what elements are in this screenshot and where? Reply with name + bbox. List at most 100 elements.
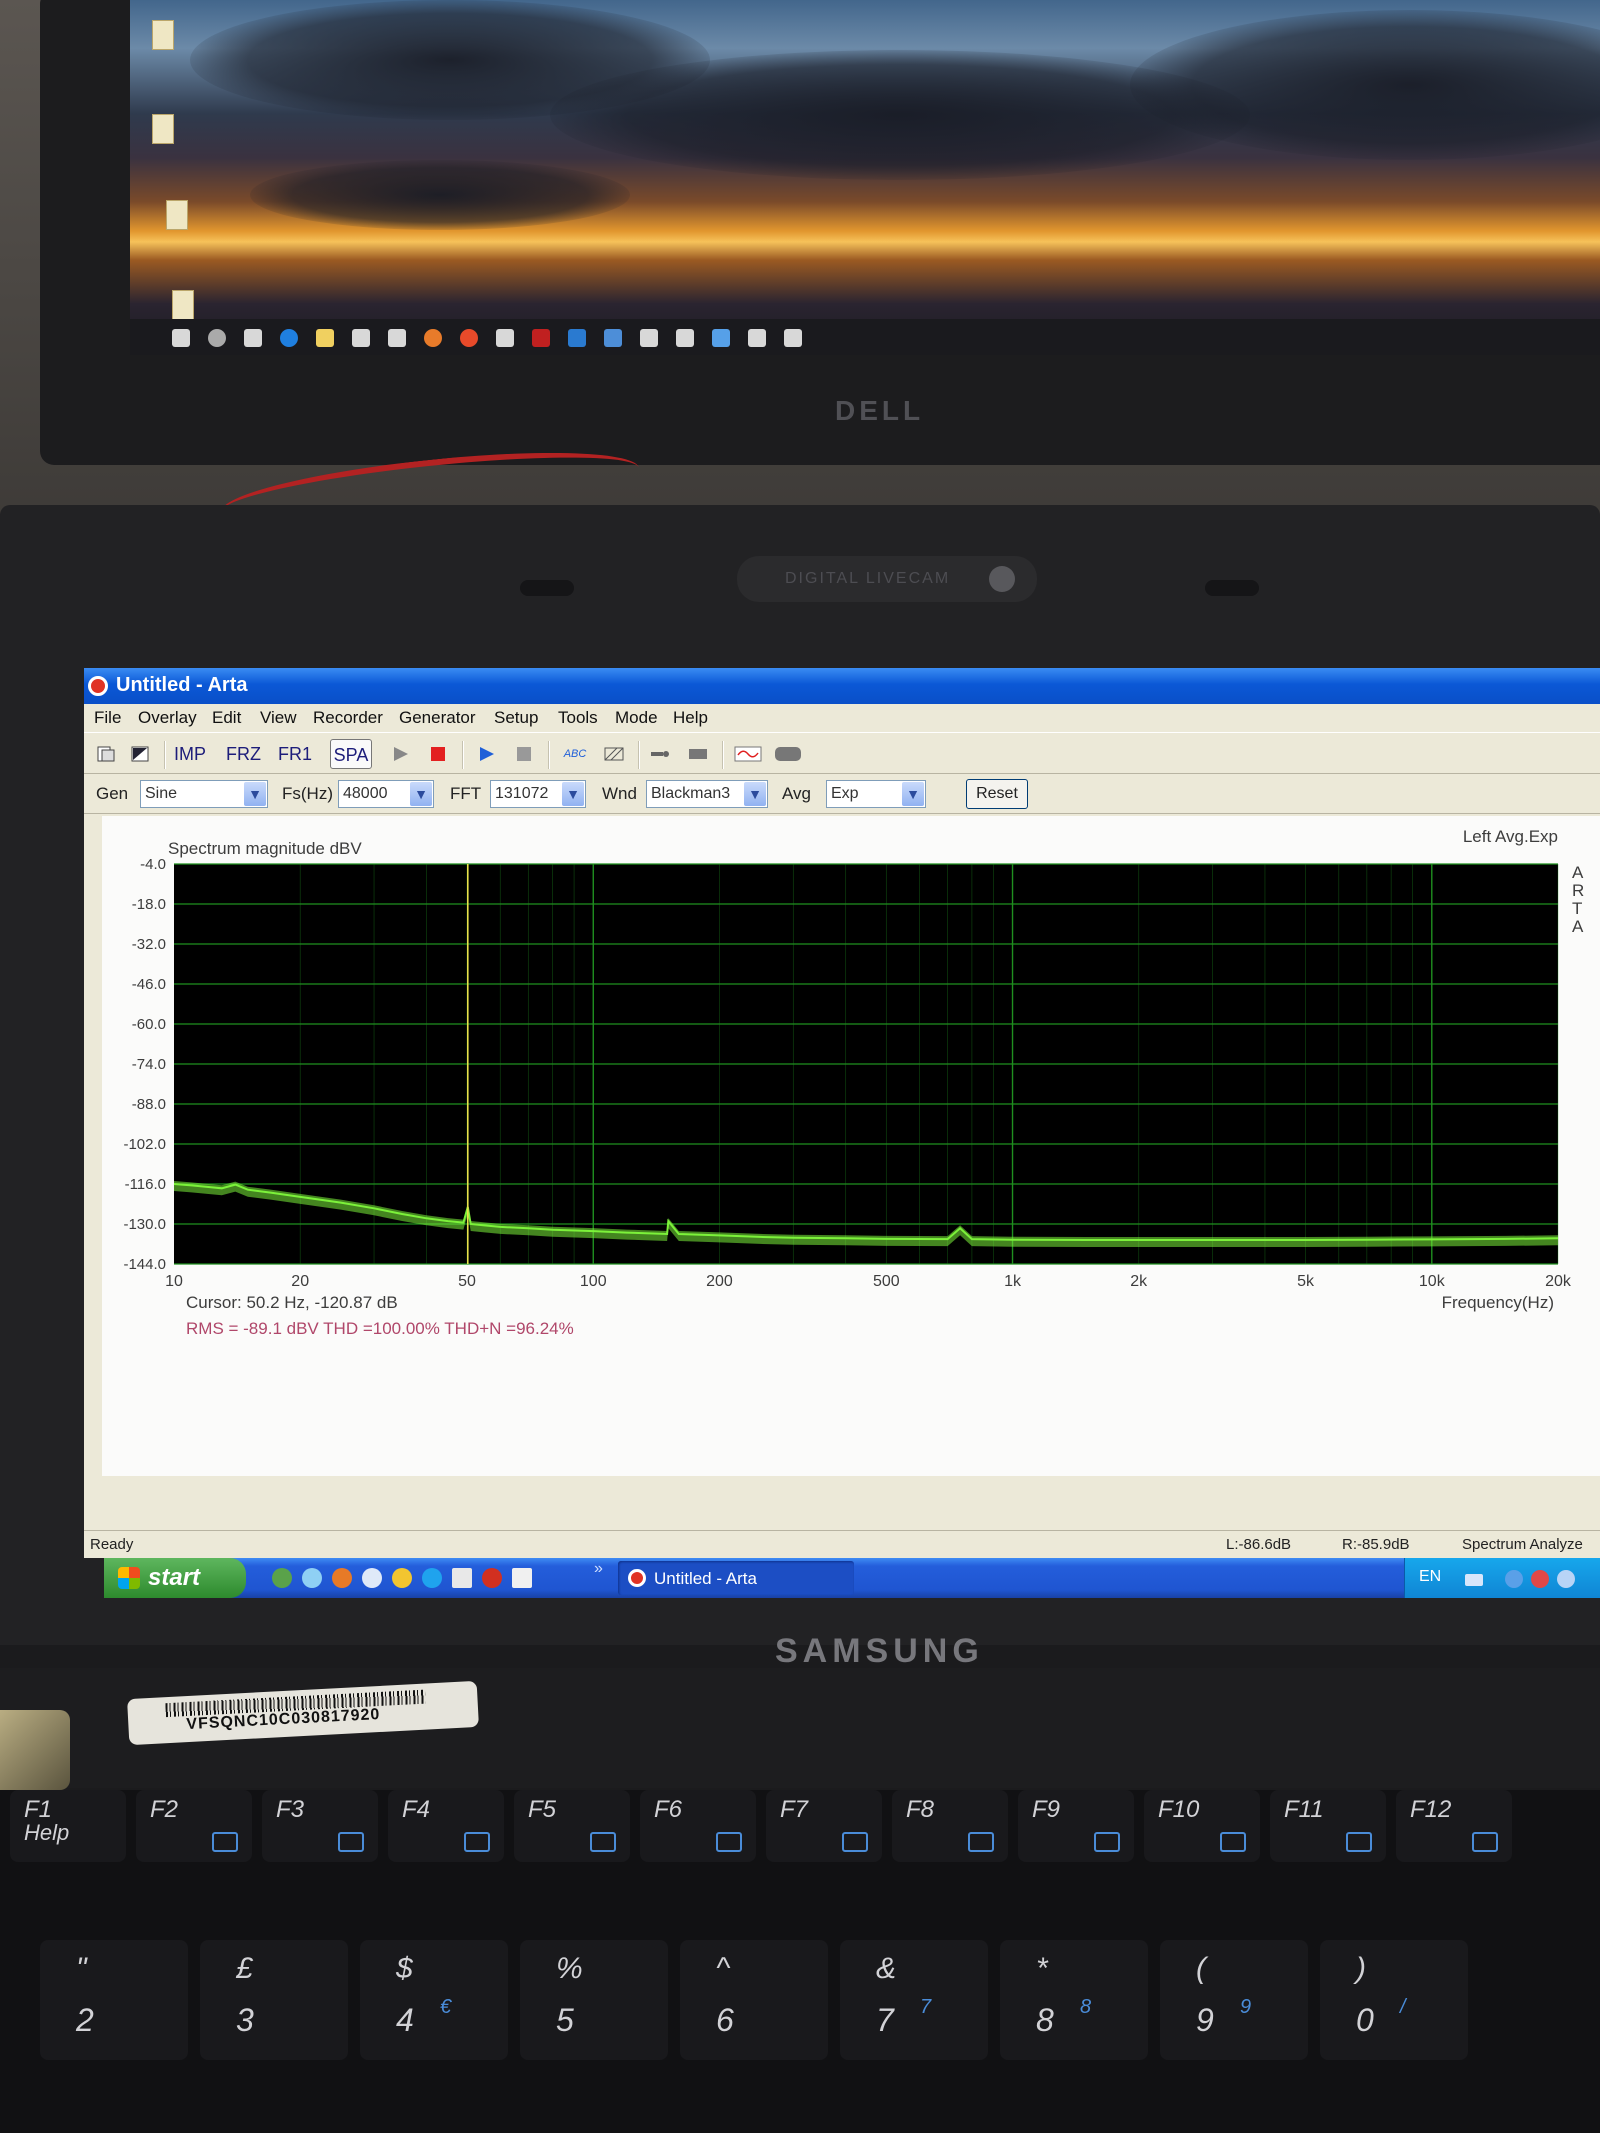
chevron-down-icon[interactable]: ▼	[410, 782, 432, 806]
chevron-down-icon[interactable]: ▼	[902, 782, 924, 806]
window-function-select[interactable]: Blackman3 ▼	[646, 780, 768, 808]
number-key[interactable]: £3	[200, 1940, 348, 2060]
ellipse-icon[interactable]	[774, 746, 802, 762]
f-key[interactable]: F4	[388, 1790, 504, 1862]
quicklaunch-app-icon[interactable]	[512, 1568, 532, 1588]
f-key[interactable]: F12	[1396, 1790, 1512, 1862]
quicklaunch-app-icon[interactable]	[362, 1568, 382, 1588]
reset-button[interactable]: Reset	[966, 779, 1028, 809]
app-icon[interactable]	[568, 329, 586, 347]
app-icon[interactable]	[712, 329, 730, 347]
firefox-icon[interactable]	[424, 329, 442, 347]
edge-icon[interactable]	[280, 329, 298, 347]
menu-overlay[interactable]: Overlay	[138, 708, 197, 728]
quicklaunch-arta-icon[interactable]	[482, 1568, 502, 1588]
chevron-down-icon[interactable]: ▼	[744, 782, 766, 806]
stop-gray-icon[interactable]	[514, 746, 534, 762]
spectrum-analyzer-button[interactable]: SPA	[330, 739, 372, 769]
menu-mode[interactable]: Mode	[615, 708, 658, 728]
frequency-response-zero-button[interactable]: FRZ	[226, 739, 261, 769]
quicklaunch-skype-icon[interactable]	[422, 1568, 442, 1588]
quicklaunch-chrome-icon[interactable]	[392, 1568, 412, 1588]
impulse-mode-button[interactable]: IMP	[174, 739, 206, 769]
menu-tools[interactable]: Tools	[558, 708, 598, 728]
new-document-icon[interactable]	[96, 746, 116, 762]
spectrum-plot[interactable]: -4.0 -18.0 -32.0 -46.0 -60.0 -74.0 -88.0 -102.0…	[102, 816, 1600, 1476]
play-blue-icon[interactable]	[476, 746, 496, 762]
task-view-icon[interactable]	[244, 329, 262, 347]
menu-help[interactable]: Help	[673, 708, 708, 728]
f-key[interactable]: F7	[766, 1790, 882, 1862]
back-arrow-icon[interactable]	[1505, 1570, 1523, 1588]
stop-icon[interactable]	[428, 746, 448, 762]
quicklaunch-firefox-icon[interactable]	[332, 1568, 352, 1588]
keyboard-icon[interactable]	[1465, 1574, 1483, 1586]
number-key[interactable]: $4 €	[360, 1940, 508, 2060]
chrome-icon[interactable]	[460, 329, 478, 347]
language-indicator[interactable]: EN	[1419, 1568, 1441, 1586]
f-key[interactable]: F11	[1270, 1790, 1386, 1862]
title-bar[interactable]: Untitled - Arta	[84, 668, 1600, 704]
sample-rate-select[interactable]: 48000 ▼	[338, 780, 434, 808]
number-key[interactable]: % 5	[520, 1940, 668, 2060]
quicklaunch-expand-icon[interactable]: »	[594, 1560, 603, 1578]
menu-edit[interactable]: Edit	[212, 708, 241, 728]
app-icon[interactable]	[784, 329, 802, 347]
menu-file[interactable]: File	[94, 708, 121, 728]
taskbar-button-arta[interactable]: Untitled - Arta	[618, 1561, 854, 1595]
averaging-select[interactable]: Exp ▼	[826, 780, 926, 808]
arta-app-icon[interactable]	[88, 676, 108, 696]
menu-setup[interactable]: Setup	[494, 708, 538, 728]
hatch-icon[interactable]	[604, 746, 624, 762]
number-key[interactable]: (9 9	[1160, 1940, 1308, 2060]
desktop-icon[interactable]	[166, 200, 188, 230]
menu-generator[interactable]: Generator	[399, 708, 476, 728]
number-key[interactable]: ^ 6	[680, 1940, 828, 2060]
network-icon[interactable]	[1531, 1570, 1549, 1588]
chevron-down-icon[interactable]: ▼	[244, 782, 266, 806]
generator-select[interactable]: Sine ▼	[140, 780, 268, 808]
app-icon[interactable]	[388, 329, 406, 347]
folder-icon[interactable]	[316, 329, 334, 347]
menu-recorder[interactable]: Recorder	[313, 708, 383, 728]
desktop-icon[interactable]	[152, 114, 174, 144]
app-icon[interactable]	[640, 329, 658, 347]
app-icon[interactable]	[748, 329, 766, 347]
f-key[interactable]: F10	[1144, 1790, 1260, 1862]
abc-icon[interactable]: ABC	[558, 739, 592, 769]
quicklaunch-ie-icon[interactable]	[302, 1568, 322, 1588]
search-icon[interactable]	[208, 329, 226, 347]
wave-icon[interactable]	[734, 746, 762, 762]
store-icon[interactable]	[352, 329, 370, 347]
f-key[interactable]: F5	[514, 1790, 630, 1862]
app-icon[interactable]	[604, 329, 622, 347]
desktop-icon[interactable]	[152, 20, 174, 50]
number-key[interactable]: & 7 7	[840, 1940, 988, 2060]
number-key[interactable]: * 8 8	[1000, 1940, 1148, 2060]
open-icon[interactable]	[130, 746, 150, 762]
quicklaunch-document-icon[interactable]	[452, 1568, 472, 1588]
volume-icon[interactable]	[1557, 1570, 1575, 1588]
play-icon[interactable]	[390, 746, 410, 762]
f-key[interactable]: F1 Help	[10, 1790, 126, 1862]
probe-icon[interactable]	[650, 746, 670, 762]
rectangle-icon[interactable]	[688, 746, 708, 762]
desktop-icon[interactable]	[172, 290, 194, 320]
app-icon[interactable]	[532, 329, 550, 347]
f-key[interactable]: F6	[640, 1790, 756, 1862]
quicklaunch-desktop-icon[interactable]	[272, 1568, 292, 1588]
start-button[interactable]: start	[104, 1558, 246, 1598]
app-icon[interactable]	[676, 329, 694, 347]
f-key[interactable]: F2	[136, 1790, 252, 1862]
f-key[interactable]: F9	[1018, 1790, 1134, 1862]
frequency-response-single-button[interactable]: FR1	[278, 739, 312, 769]
f-key[interactable]: F8	[892, 1790, 1008, 1862]
chevron-down-icon[interactable]: ▼	[562, 782, 584, 806]
number-key[interactable]: ) 0 /	[1320, 1940, 1468, 2060]
app-icon[interactable]	[496, 329, 514, 347]
menu-view[interactable]: View	[260, 708, 297, 728]
number-key[interactable]: " 2	[40, 1940, 188, 2060]
windows-start-icon[interactable]	[172, 329, 190, 347]
fft-size-select[interactable]: 131072 ▼	[490, 780, 586, 808]
f-key[interactable]: F3	[262, 1790, 378, 1862]
